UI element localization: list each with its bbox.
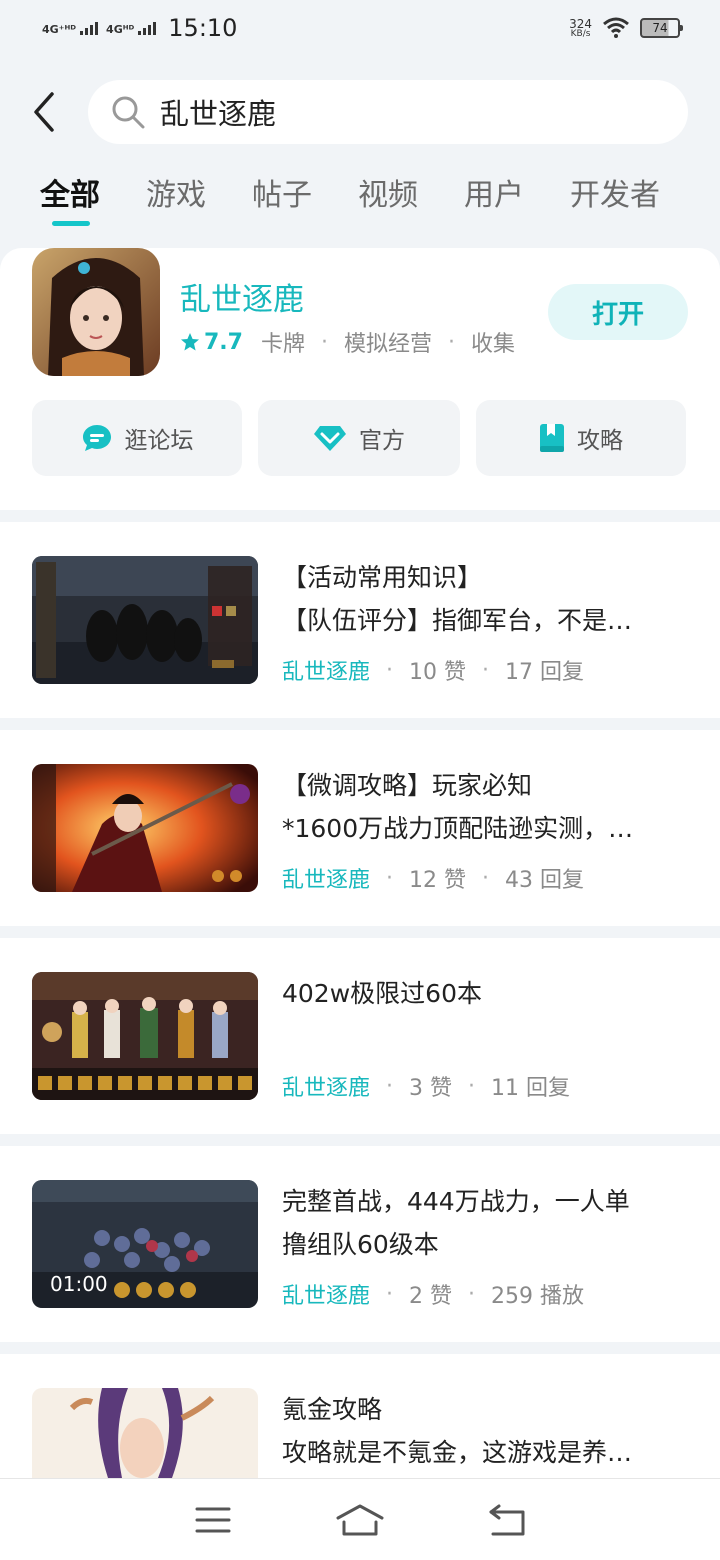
post-title-line: 【队伍评分】指御军台，不是… — [282, 606, 633, 635]
post-game-tag[interactable]: 乱世逐鹿 — [282, 862, 370, 894]
game-tag: 卡牌 — [260, 332, 305, 357]
game-rating: 7.7 — [180, 330, 243, 355]
book-icon — [540, 424, 564, 452]
post-title-line: 攻略就是不氪金，这游戏是养… — [282, 1438, 633, 1467]
cellular-signal-1: 4G⁺ᴴᴰ — [42, 21, 99, 35]
forum-button[interactable]: 逛论坛 — [32, 400, 242, 476]
post-thumbnail[interactable] — [32, 556, 258, 684]
diamond-icon — [314, 426, 346, 451]
status-bar: 4G⁺ᴴᴰ 4Gᴴᴰ 15:10 324 KB/s 74 — [0, 0, 720, 56]
chevron-left-icon — [34, 92, 54, 132]
tab-users[interactable]: 用户 — [464, 170, 524, 230]
post-replies: 43 回复 — [505, 868, 585, 893]
post-likes: 12 赞 — [409, 868, 467, 893]
guide-button[interactable]: 攻略 — [476, 400, 686, 476]
post-item[interactable]: 【微调攻略】玩家必知 *1600万战力顶配陆逊实测，… 乱世逐鹿 · 12 赞 … — [0, 730, 720, 926]
post-likes: 10 赞 — [409, 660, 467, 685]
post-replies: 17 回复 — [505, 660, 585, 685]
post-replies: 11 回复 — [491, 1076, 571, 1101]
game-tag: 收集 — [471, 332, 516, 357]
menu-icon — [195, 1507, 231, 1532]
cellular-signal-2: 4Gᴴᴰ — [106, 21, 157, 35]
post-thumbnail[interactable] — [32, 972, 258, 1100]
video-item[interactable]: 01:00 完整首战，444万战力，一人单 撸组队60级本 乱世逐鹿 · 2 赞… — [0, 1146, 720, 1342]
search-tabs: 全部 游戏 帖子 视频 用户 开发者 — [0, 170, 720, 230]
star-icon — [181, 333, 199, 351]
home-icon — [336, 1504, 384, 1535]
post-likes: 2 赞 — [409, 1284, 453, 1309]
game-title[interactable]: 乱世逐鹿 — [180, 274, 304, 319]
open-button[interactable]: 打开 — [548, 284, 688, 340]
post-item[interactable]: 【活动常用知识】 【队伍评分】指御军台，不是… 乱世逐鹿 · 10 赞 · 17… — [0, 522, 720, 718]
chat-bubble-icon — [82, 425, 111, 451]
post-game-tag[interactable]: 乱世逐鹿 — [282, 654, 370, 686]
post-likes: 3 赞 — [409, 1076, 453, 1101]
official-button[interactable]: 官方 — [258, 400, 460, 476]
post-title-line: *1600万战力顶配陆逊实测，… — [282, 814, 634, 843]
post-meta: 乱世逐鹿 · 2 赞 · 259 播放 — [282, 1278, 584, 1310]
post-title-line: 【微调攻略】玩家必知 — [282, 771, 533, 800]
clock: 15:10 — [168, 14, 238, 42]
game-icon[interactable] — [32, 248, 160, 376]
post-thumbnail[interactable] — [32, 1388, 258, 1478]
game-meta: 7.7 卡牌 · 模拟经营 · 收集 — [180, 326, 515, 358]
post-game-tag[interactable]: 乱世逐鹿 — [282, 1070, 370, 1102]
back-button[interactable] — [0, 80, 88, 144]
network-speed: 324 KB/s — [569, 16, 592, 39]
search-query: 乱世逐鹿 — [160, 97, 277, 131]
post-title-line: 402w极限过60本 — [282, 979, 482, 1008]
battery-icon: 74 — [640, 18, 683, 38]
home-button[interactable] — [330, 1500, 390, 1540]
post-title-line: 氪金攻略 — [282, 1395, 383, 1424]
tab-videos[interactable]: 视频 — [358, 170, 418, 230]
video-plays: 259 播放 — [491, 1284, 585, 1309]
tab-developers[interactable]: 开发者 — [570, 170, 660, 230]
back-nav-button[interactable] — [477, 1500, 537, 1540]
search-icon — [112, 96, 145, 129]
back-arrow-icon — [489, 1504, 525, 1535]
post-meta: 乱世逐鹿 · 10 赞 · 17 回复 — [282, 654, 584, 686]
game-result-card[interactable]: 乱世逐鹿 7.7 卡牌 · 模拟经营 · 收集 打开 逛论坛 官方 攻略 — [0, 248, 720, 510]
post-thumbnail[interactable] — [32, 764, 258, 892]
menu-button[interactable] — [183, 1500, 243, 1540]
video-duration: 01:00 — [50, 1272, 108, 1296]
tab-games[interactable]: 游戏 — [146, 170, 206, 230]
tab-posts[interactable]: 帖子 — [252, 170, 312, 230]
search-input[interactable]: 乱世逐鹿 — [88, 80, 688, 144]
post-title-line: 完整首战，444万战力，一人单 — [282, 1187, 630, 1216]
post-item[interactable]: 氪金攻略 攻略就是不氪金，这游戏是养… — [0, 1354, 720, 1478]
system-nav-bar — [0, 1478, 720, 1560]
wifi-icon — [603, 17, 629, 38]
post-game-tag[interactable]: 乱世逐鹿 — [282, 1278, 370, 1310]
post-item[interactable]: 402w极限过60本 乱世逐鹿 · 3 赞 · 11 回复 — [0, 938, 720, 1134]
post-meta: 乱世逐鹿 · 12 赞 · 43 回复 — [282, 862, 584, 894]
video-thumbnail[interactable]: 01:00 — [32, 1180, 258, 1308]
game-tag: 模拟经营 — [344, 332, 433, 357]
tab-all[interactable]: 全部 — [40, 170, 100, 230]
post-title-line: 撸组队60级本 — [282, 1230, 439, 1259]
post-meta: 乱世逐鹿 · 3 赞 · 11 回复 — [282, 1070, 570, 1102]
post-title-line: 【活动常用知识】 — [282, 563, 483, 592]
